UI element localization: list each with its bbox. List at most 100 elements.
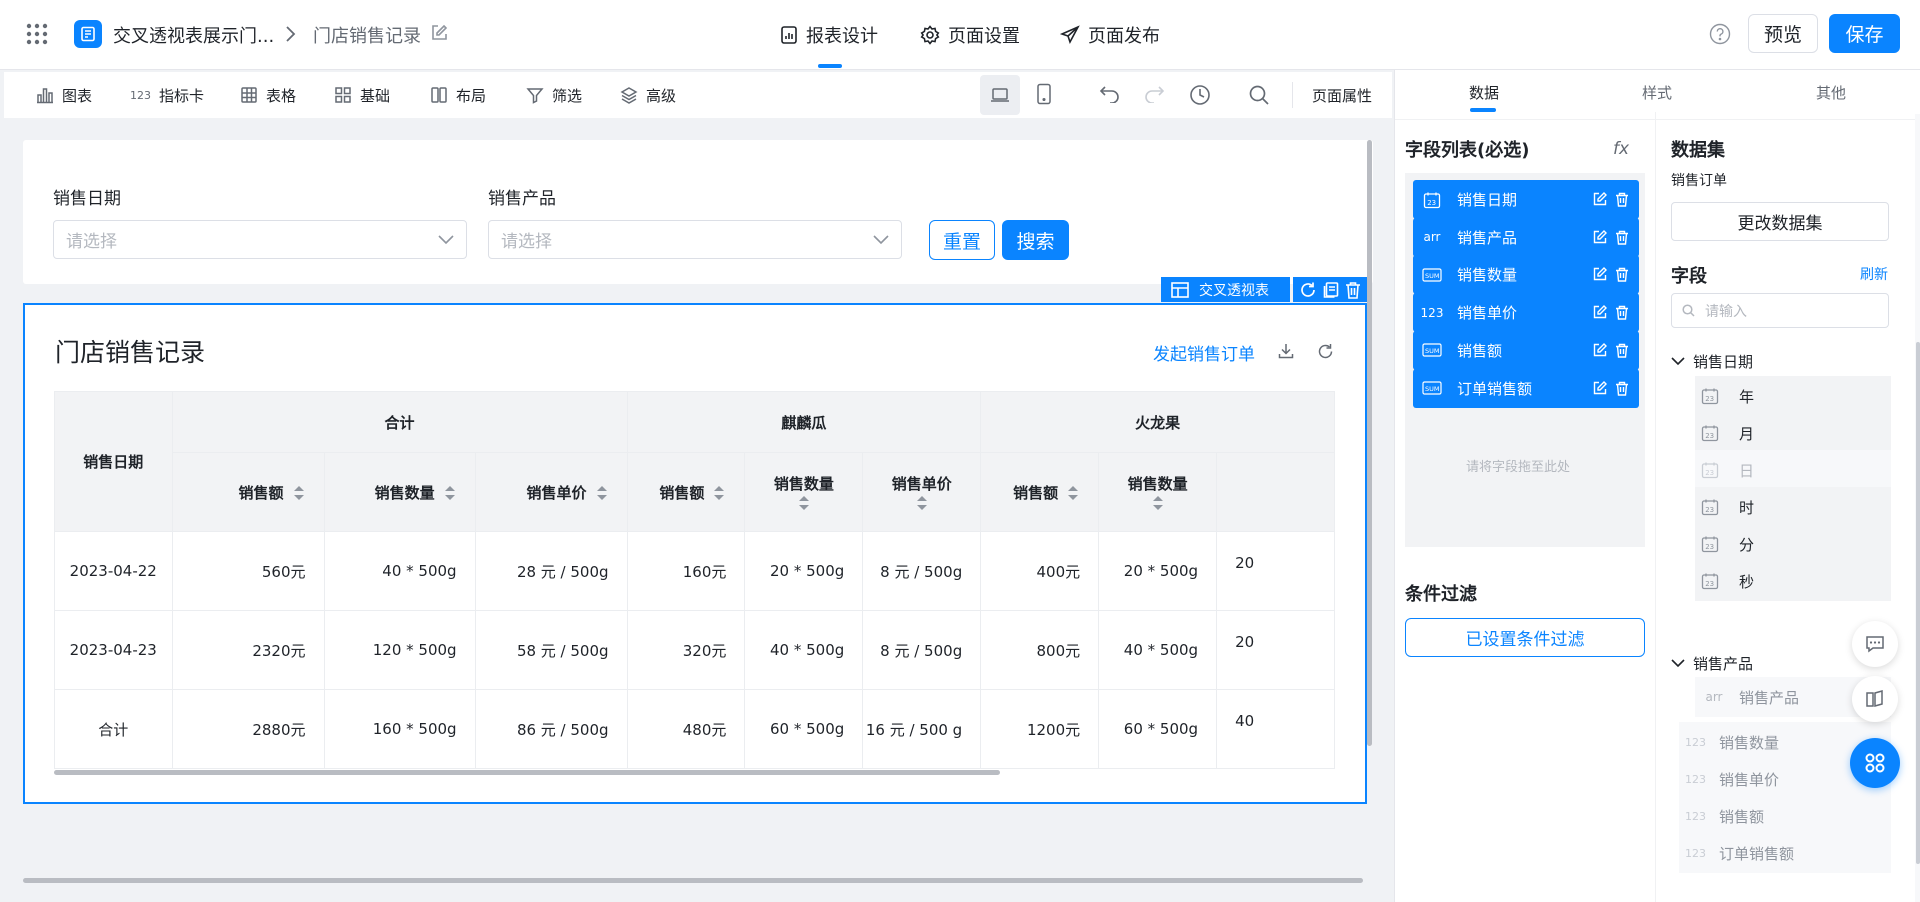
redo-icon[interactable] — [1143, 85, 1165, 103]
column-header[interactable]: 销售额 — [626, 452, 746, 532]
sort-icon[interactable] — [916, 496, 927, 510]
tab-report-design[interactable]: 报表设计 — [780, 22, 878, 48]
copy-icon[interactable] — [1322, 281, 1340, 299]
help-icon[interactable] — [1709, 23, 1731, 45]
tab-page-settings[interactable]: 页面设置 — [920, 22, 1020, 48]
edit-icon[interactable] — [1593, 342, 1607, 358]
refresh-fields-link[interactable]: 刷新 — [1860, 264, 1888, 284]
tab-data[interactable]: 数据 — [1469, 82, 1499, 103]
filter-date-select[interactable]: 请选择 — [53, 220, 467, 259]
tree-item-date-part[interactable]: 23 秒 — [1695, 561, 1891, 601]
search-icon[interactable] — [1248, 84, 1270, 106]
selected-field-chip[interactable]: 123 销售单价 — [1413, 293, 1639, 333]
value-cell: 8 元 / 500g — [862, 531, 982, 611]
delete-icon[interactable] — [1615, 267, 1629, 283]
sort-icon[interactable] — [596, 486, 607, 500]
create-sales-order-link[interactable]: 发起销售订单 — [1153, 340, 1255, 365]
canvas-vertical-scrollbar[interactable] — [1367, 140, 1372, 746]
book-icon — [1866, 690, 1883, 707]
column-header[interactable]: 销售数量 — [1098, 452, 1218, 532]
sort-icon[interactable] — [444, 486, 455, 500]
edit-icon[interactable] — [1593, 192, 1607, 207]
selected-field-chip[interactable]: SUM 销售数量 — [1413, 255, 1639, 295]
reload-icon[interactable] — [1317, 343, 1334, 360]
tree-group-sales-date[interactable]: 销售日期 — [1671, 351, 1753, 372]
refresh-icon[interactable] — [1299, 281, 1317, 299]
delete-icon[interactable] — [1615, 381, 1629, 396]
page-properties-button[interactable]: 页面属性 — [1312, 85, 1372, 106]
toolbar-item-chart[interactable]: 图表 — [36, 72, 92, 118]
change-dataset-button[interactable]: 更改数据集 — [1671, 202, 1889, 241]
column-header-label: 销售数量 — [1127, 474, 1188, 493]
app-grid-icon[interactable] — [26, 23, 48, 45]
edit-name-icon[interactable] — [430, 24, 448, 42]
guide-fab[interactable] — [1852, 676, 1898, 722]
delete-icon[interactable] — [1615, 192, 1629, 207]
edit-icon[interactable] — [1593, 380, 1607, 396]
tree-item-date-part[interactable]: 23 分 — [1695, 524, 1891, 564]
toolbar-item-basic[interactable]: 基础 — [334, 72, 390, 118]
desktop-view-button[interactable] — [980, 75, 1020, 115]
apps-fab[interactable] — [1850, 738, 1900, 788]
tree-item-numeric[interactable]: 123 订单销售额 — [1679, 833, 1891, 873]
column-header[interactable]: 销售额 — [171, 452, 325, 532]
panel-scrollbar[interactable] — [1916, 342, 1920, 864]
selected-field-chip[interactable]: 23 销售日期 — [1413, 180, 1639, 219]
column-header[interactable]: 销售数量 — [744, 452, 864, 532]
preview-button[interactable]: 预览 — [1748, 14, 1818, 53]
save-button[interactable]: 保存 — [1829, 14, 1900, 53]
column-header[interactable]: 销售单价 — [474, 452, 628, 532]
download-icon[interactable] — [1278, 343, 1294, 359]
edit-icon[interactable] — [1593, 267, 1607, 282]
tree-item-date-part[interactable]: 23 日 — [1695, 450, 1891, 490]
mobile-view-icon[interactable] — [1036, 83, 1052, 105]
selected-field-chip[interactable]: arr 销售产品 — [1413, 217, 1639, 257]
edit-icon[interactable] — [1593, 229, 1607, 245]
column-header-label: 销售额 — [1013, 483, 1059, 502]
undo-icon[interactable] — [1099, 85, 1121, 103]
toolbar-item-kpi-card[interactable]: 123 指标卡 — [130, 72, 204, 118]
condition-filter-button[interactable]: 已设置条件过滤 — [1405, 618, 1645, 657]
selected-field-chip[interactable]: SUM 订单销售额 — [1413, 368, 1639, 408]
toolbar-item-table[interactable]: 表格 — [240, 72, 296, 118]
sort-icon[interactable] — [798, 496, 809, 510]
chat-fab[interactable] — [1852, 621, 1898, 667]
column-header[interactable]: 销售额 — [980, 452, 1100, 532]
canvas-horizontal-scrollbar[interactable] — [23, 878, 1363, 883]
tree-item-label: 订单销售额 — [1719, 844, 1795, 863]
app-title[interactable]: 交叉透视表展示门... — [113, 22, 274, 48]
tree-item-date-part[interactable]: 23 年 — [1695, 376, 1891, 416]
toolbar-item-advanced[interactable]: 高级 — [620, 72, 676, 118]
sort-icon[interactable] — [293, 486, 304, 500]
tree-item-date-part[interactable]: 23 月 — [1695, 413, 1891, 453]
svg-text:SUM: SUM — [1425, 385, 1440, 393]
selected-field-chip[interactable]: SUM 销售额 — [1413, 330, 1639, 370]
formula-fx-icon[interactable]: fx — [1613, 139, 1629, 159]
tree-item-label: 时 — [1739, 498, 1755, 517]
delete-icon[interactable] — [1615, 230, 1629, 245]
sort-icon[interactable] — [1152, 496, 1163, 510]
toolbar-item-filter[interactable]: 筛选 — [526, 72, 582, 118]
edit-icon[interactable] — [1593, 305, 1607, 320]
history-icon[interactable] — [1189, 84, 1211, 106]
app-logo-icon — [74, 20, 102, 48]
search-button[interactable]: 搜索 — [1002, 220, 1069, 260]
column-header[interactable]: 销售单价 — [862, 452, 982, 532]
delete-icon[interactable] — [1615, 343, 1629, 358]
row-header-date: 销售日期 — [54, 391, 173, 532]
filter-product-select[interactable]: 请选择 — [488, 220, 902, 259]
tab-page-publish[interactable]: 页面发布 — [1060, 22, 1160, 48]
sort-icon[interactable] — [714, 486, 725, 500]
value-cell: 60 * 500g — [1098, 689, 1218, 769]
tree-group-sales-product[interactable]: 销售产品 — [1671, 653, 1753, 674]
sort-icon[interactable] — [1068, 486, 1079, 500]
reset-button[interactable]: 重置 — [929, 220, 995, 260]
delete-icon[interactable] — [1615, 305, 1629, 320]
table-horizontal-scrollbar[interactable] — [54, 770, 1000, 775]
column-header[interactable]: 销售数量 — [323, 452, 476, 532]
toolbar-item-layout[interactable]: 布局 — [430, 72, 486, 118]
field-search-input[interactable]: 请输入 — [1671, 293, 1889, 328]
tree-item-date-part[interactable]: 23 时 — [1695, 487, 1891, 527]
tree-item-numeric[interactable]: 123 销售额 — [1679, 796, 1891, 836]
delete-icon[interactable] — [1345, 281, 1361, 299]
